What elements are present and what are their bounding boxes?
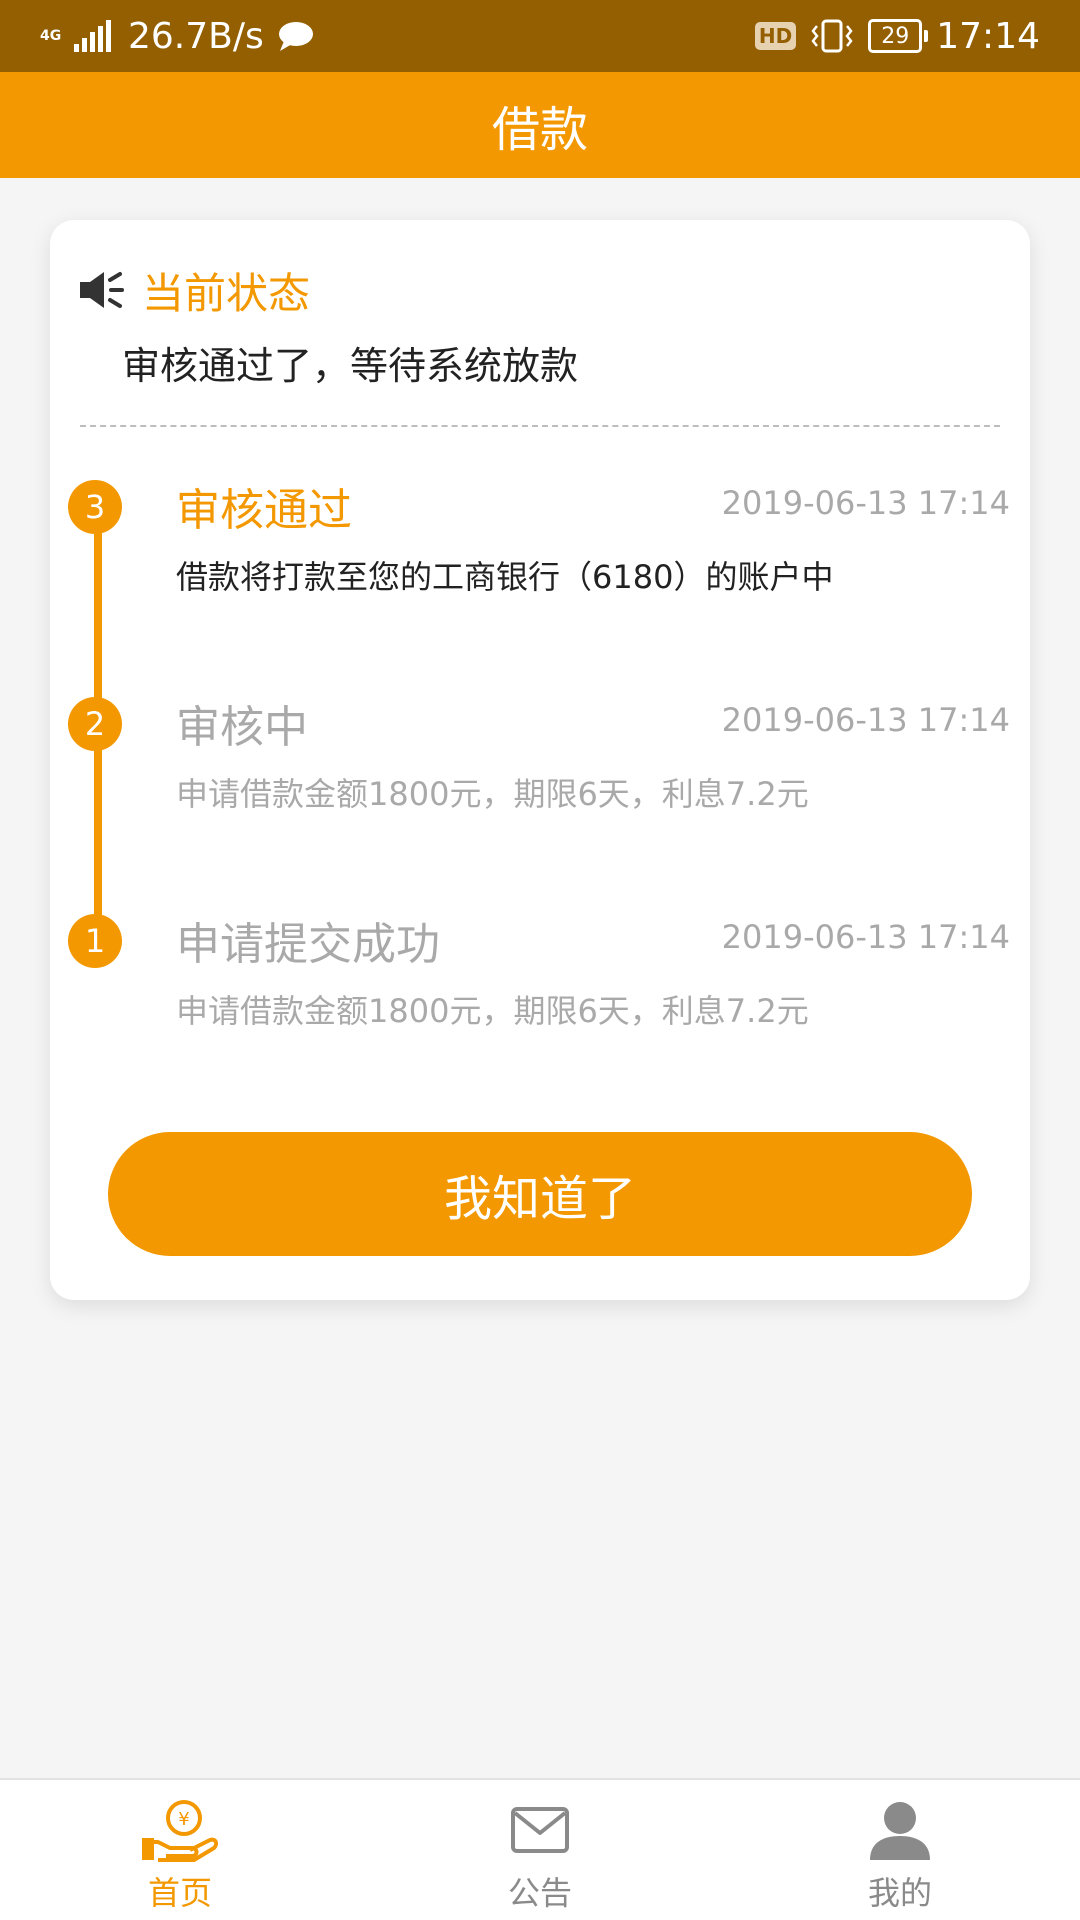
step-time: 2019-06-13 17:14 xyxy=(721,918,1010,956)
status-bar: 4G 26.7B/s HD 29 17:14 xyxy=(0,0,1080,72)
chat-bubble-icon xyxy=(278,22,313,51)
tab-announcements[interactable]: 公告 xyxy=(360,1780,720,1920)
timeline-step-2: 2 审核中 2019-06-13 17:14 申请借款金额1800元，期限6天，… xyxy=(50,697,1030,857)
coin-hand-icon: ¥ xyxy=(140,1798,220,1862)
tab-mine[interactable]: 我的 xyxy=(720,1780,1080,1920)
step-number-badge: 1 xyxy=(68,914,122,968)
timeline-step-3: 3 审核通过 2019-06-13 17:14 借款将打款至您的工商银行（618… xyxy=(50,480,1030,640)
page-header: 借款 xyxy=(0,72,1080,178)
step-title: 审核中 xyxy=(176,702,308,753)
person-icon xyxy=(860,1798,940,1862)
divider xyxy=(80,425,1000,427)
current-status-header: 当前状态 xyxy=(76,260,310,320)
signal-icon xyxy=(74,20,111,52)
battery-icon: 29 xyxy=(868,19,929,53)
speaker-icon xyxy=(80,272,124,308)
svg-text:¥: ¥ xyxy=(178,1809,189,1830)
step-description: 申请借款金额1800元，期限6天，利息7.2元 xyxy=(176,775,809,813)
tab-home[interactable]: ¥ 首页 xyxy=(0,1780,360,1920)
network-speed: 26.7B/s xyxy=(128,15,264,57)
current-status-description: 审核通过了，等待系统放款 xyxy=(122,344,579,388)
tab-label: 首页 xyxy=(147,1874,212,1912)
timeline-step-1: 1 申请提交成功 2019-06-13 17:14 申请借款金额1800元，期限… xyxy=(50,914,1030,1074)
hd-icon: HD xyxy=(754,22,797,50)
step-title: 申请提交成功 xyxy=(176,919,440,970)
clock: 17:14 xyxy=(936,15,1040,57)
network-type: 4G xyxy=(40,28,62,44)
vibrate-icon xyxy=(811,19,853,53)
step-number-badge: 3 xyxy=(68,480,122,534)
step-title: 审核通过 xyxy=(176,485,352,536)
envelope-icon xyxy=(500,1798,580,1862)
current-status-title: 当前状态 xyxy=(142,268,311,318)
status-card: 当前状态 审核通过了，等待系统放款 3 审核通过 2019-06-13 17:1… xyxy=(50,220,1030,1300)
tab-label: 公告 xyxy=(507,1874,572,1912)
step-time: 2019-06-13 17:14 xyxy=(721,701,1010,739)
step-time: 2019-06-13 17:14 xyxy=(721,484,1010,522)
acknowledge-button[interactable]: 我知道了 xyxy=(108,1132,972,1256)
step-description: 借款将打款至您的工商银行（6180）的账户中 xyxy=(176,558,834,596)
bottom-tab-bar: ¥ 首页 公告 我的 xyxy=(0,1778,1080,1920)
page-title: 借款 xyxy=(491,102,588,158)
tab-label: 我的 xyxy=(867,1874,932,1912)
step-number-badge: 2 xyxy=(68,697,122,751)
step-description: 申请借款金额1800元，期限6天，利息7.2元 xyxy=(176,992,809,1030)
